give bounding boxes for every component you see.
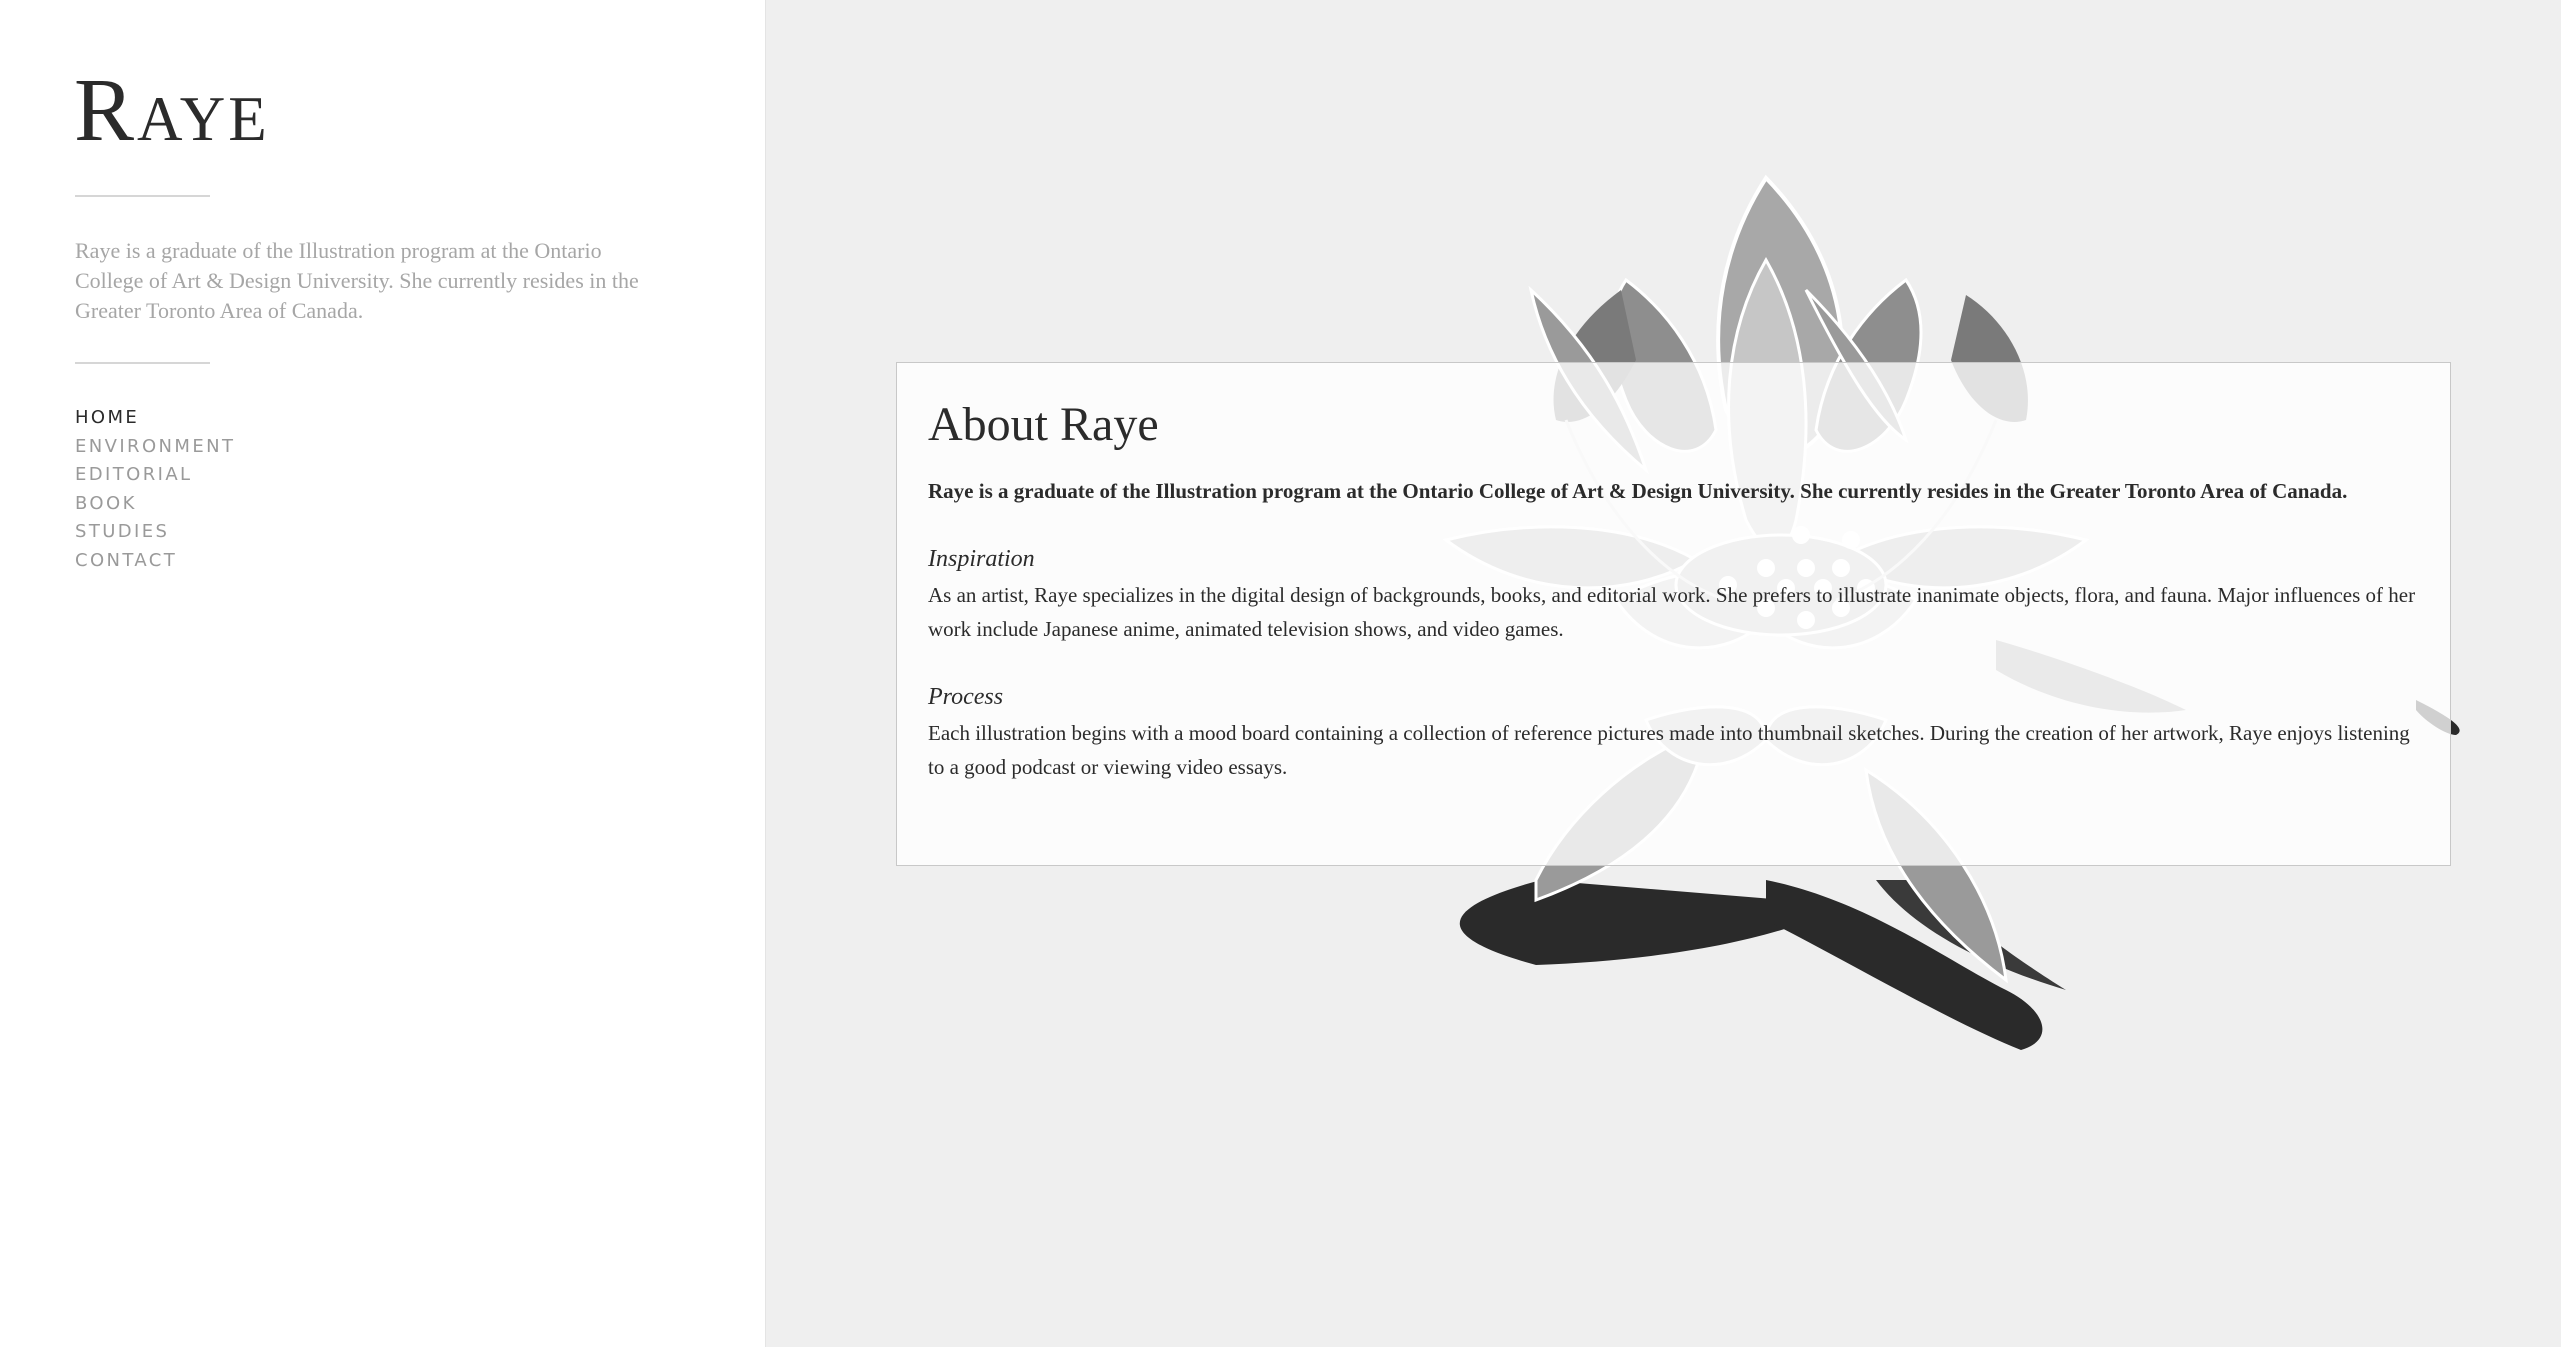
nav-item-studies[interactable]: Studies [75, 518, 235, 547]
divider [75, 195, 210, 197]
page-title: About Raye [928, 398, 1159, 451]
about-card: About Raye Raye is a graduate of the Ill… [896, 362, 2451, 866]
main-nav: Home Environment Editorial Book Studies … [75, 404, 235, 575]
lead-paragraph: Raye is a graduate of the Illustration p… [928, 478, 2348, 503]
site-logo[interactable]: Raye [74, 66, 270, 156]
section-text-process: Each illustration begins with a mood boa… [928, 720, 2410, 779]
section-heading-inspiration: Inspiration [928, 545, 1035, 572]
main-content: About Raye Raye is a graduate of the Ill… [766, 0, 2561, 1347]
nav-item-contact[interactable]: Contact [75, 547, 235, 576]
section-text-inspiration: As an artist, Raye specializes in the di… [928, 582, 2416, 641]
sidebar: Raye Raye is a graduate of the Illustrat… [0, 0, 766, 1347]
nav-item-editorial[interactable]: Editorial [75, 461, 235, 490]
nav-item-book[interactable]: Book [75, 490, 235, 519]
sidebar-bio: Raye is a graduate of the Illustration p… [75, 238, 639, 323]
nav-item-home[interactable]: Home [75, 404, 235, 433]
divider [75, 362, 210, 364]
nav-item-environment[interactable]: Environment [75, 433, 235, 462]
section-heading-process: Process [928, 683, 1004, 710]
